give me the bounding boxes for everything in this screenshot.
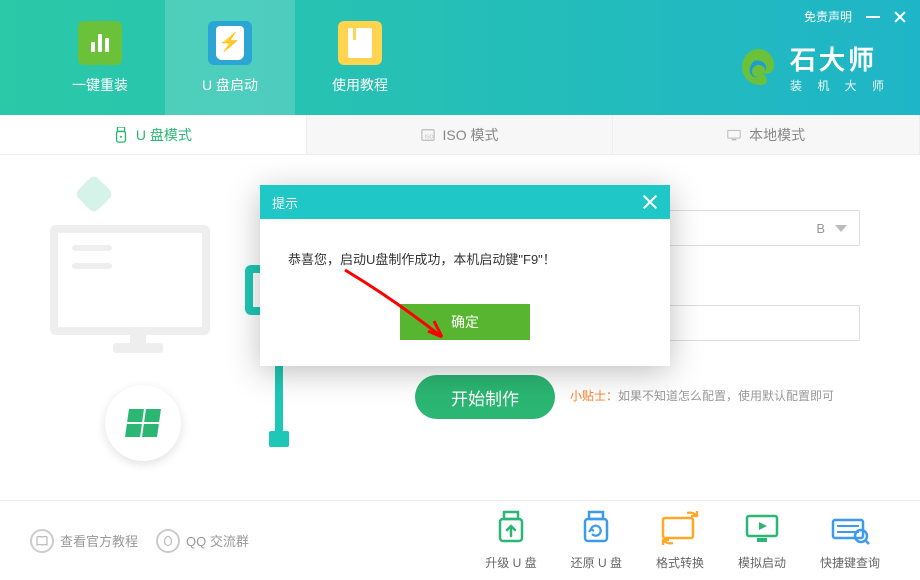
modal-overlay: 提示 恭喜您，启动U盘制作成功，本机启动键"F9"！ 确定 xyxy=(0,0,920,580)
dialog-title: 提示 xyxy=(272,193,298,212)
dialog-message: 恭喜您，启动U盘制作成功，本机启动键"F9"！ xyxy=(288,249,642,268)
success-dialog: 提示 恭喜您，启动U盘制作成功，本机启动键"F9"！ 确定 xyxy=(260,185,670,366)
dialog-close-button[interactable] xyxy=(642,194,658,210)
dialog-ok-button[interactable]: 确定 xyxy=(400,304,530,340)
